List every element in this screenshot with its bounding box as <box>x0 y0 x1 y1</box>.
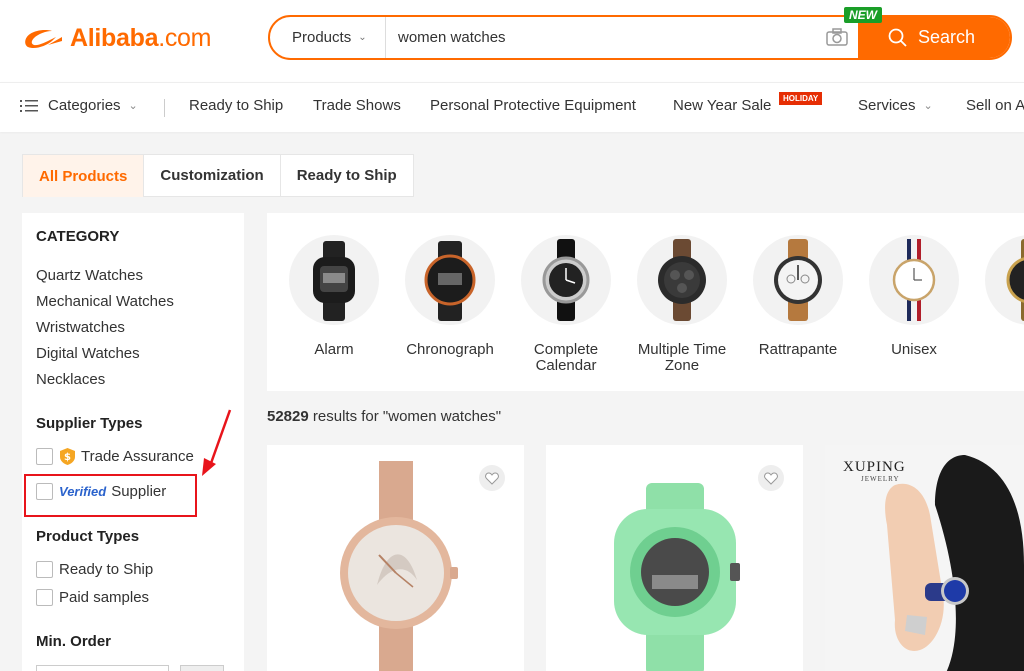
chevron-down-icon: ⌄ <box>358 32 367 43</box>
logo-text: Alibaba.com <box>70 24 212 52</box>
nav-ready-to-ship[interactable]: Ready to Ship <box>189 97 283 114</box>
search-category-dropdown[interactable]: Products ⌄ <box>270 17 386 58</box>
categories-label: Categories <box>48 97 121 114</box>
category-link[interactable]: Digital Watches <box>36 345 140 362</box>
search-input[interactable] <box>386 17 856 58</box>
search-button-label: Search <box>918 27 976 47</box>
category-label: Unisex <box>891 341 937 358</box>
product-types-title: Product Types <box>36 528 140 545</box>
categories-menu[interactable]: Categories ⌄ <box>20 97 138 114</box>
blue-ladies-watch-on-wrist-icon <box>825 445 1024 671</box>
mint-green-sport-watch-icon <box>614 483 740 671</box>
category-tile-chronograph[interactable]: Chronograph <box>392 235 508 358</box>
camera-icon[interactable] <box>826 28 848 46</box>
category-label: Rattrapante <box>758 341 838 358</box>
services-label: Services <box>858 97 916 114</box>
tab-all-products[interactable]: All Products <box>22 154 145 197</box>
xuping-brand-text: XUPING <box>843 459 906 475</box>
new-badge: NEW <box>844 7 882 23</box>
min-order-title: Min. Order <box>36 633 112 650</box>
annotation-highlight-box <box>24 474 197 517</box>
category-tile-complete-calendar[interactable]: Complete Calendar <box>508 235 624 374</box>
nav-services[interactable]: Services ⌄ <box>858 97 933 114</box>
alibaba-smile-icon <box>25 29 62 48</box>
category-tile-rattrapante[interactable]: Rattrapante <box>740 235 856 358</box>
category-link[interactable]: Mechanical Watches <box>36 293 174 310</box>
brown-strap-watch-icon <box>637 235 727 325</box>
results-summary: 52829 results for "women watches" <box>267 408 501 425</box>
category-tile-alarm[interactable]: Alarm <box>276 235 392 358</box>
product-card[interactable] <box>267 445 524 671</box>
category-tile-more[interactable]: M <box>972 235 1024 358</box>
category-link[interactable]: Necklaces <box>36 371 105 388</box>
rose-gold-mesh-watch-icon <box>340 461 458 671</box>
leather-analog-watch-icon <box>521 235 611 325</box>
nav-divider <box>164 99 165 117</box>
alibaba-logo[interactable]: Alibaba.com <box>22 24 211 53</box>
product-card[interactable] <box>546 445 803 671</box>
search-category-label: Products <box>292 29 352 46</box>
search-button[interactable]: Search <box>858 17 1010 58</box>
paid-samples-checkbox[interactable] <box>36 589 53 606</box>
paid-samples-filter[interactable]: Paid samples <box>36 589 149 606</box>
product-card[interactable]: XUPING JEWELRY <box>825 445 1024 671</box>
orange-digital-watch-icon <box>405 235 495 325</box>
nav-new-year-sale[interactable]: New Year Sale <box>673 97 771 114</box>
category-strip: Alarm Chronograph Complete Calendar Mult… <box>267 213 1024 391</box>
chevron-down-icon: ⌄ <box>923 100 933 112</box>
supplier-types-title: Supplier Types <box>36 415 143 432</box>
category-label: Chronograph <box>406 341 494 358</box>
category-label: M <box>972 342 1024 358</box>
trade-assurance-shield-icon: $ <box>60 448 75 465</box>
category-link[interactable]: Wristwatches <box>36 319 125 336</box>
holiday-badge: HOLIDAY <box>779 92 823 105</box>
category-title: CATEGORY <box>36 228 120 245</box>
category-label: Alarm <box>314 341 354 358</box>
search-bar: Products ⌄ Search <box>268 15 1012 60</box>
chevron-down-icon: ⌄ <box>128 100 138 112</box>
ready-to-ship-checkbox[interactable] <box>36 561 53 578</box>
tab-customization[interactable]: Customization <box>143 154 281 197</box>
top-nav: Categories ⌄ Ready to Ship Trade Shows P… <box>0 82 1024 132</box>
striped-nato-watch-icon <box>869 235 959 325</box>
ready-to-ship-filter[interactable]: Ready to Ship <box>36 561 153 578</box>
nav-ppe[interactable]: Personal Protective Equipment <box>430 97 636 114</box>
search-icon <box>888 28 907 47</box>
nav-trade-shows[interactable]: Trade Shows <box>313 97 401 114</box>
min-order-input[interactable] <box>36 665 169 671</box>
tan-strap-chronograph-icon <box>753 235 843 325</box>
trade-assurance-label: Trade Assurance <box>81 448 194 465</box>
category-label: Complete Calendar <box>533 341 599 374</box>
category-tile-multiple-time-zone[interactable]: Multiple Time Zone <box>624 235 740 374</box>
results-text: results for "women watches" <box>308 408 502 425</box>
paid-samples-label: Paid samples <box>59 589 150 606</box>
product-tabs: All Products Customization Ready to Ship <box>22 154 414 197</box>
category-label: Multiple Time Zone <box>637 341 727 374</box>
category-link[interactable]: Quartz Watches <box>36 267 143 284</box>
trade-assurance-filter[interactable]: $ Trade Assurance <box>36 447 194 466</box>
category-tile-unisex[interactable]: Unisex <box>856 235 972 358</box>
results-count: 52829 <box>267 408 309 425</box>
ready-to-ship-label: Ready to Ship <box>59 561 154 578</box>
xuping-brand-sub: JEWELRY <box>861 475 900 483</box>
annotation-arrow-icon <box>202 409 232 476</box>
svg-text:$: $ <box>64 452 71 463</box>
min-order-ok-button[interactable] <box>180 665 224 671</box>
gold-watch-icon <box>985 235 1024 325</box>
tab-ready-to-ship[interactable]: Ready to Ship <box>279 154 414 197</box>
trade-assurance-checkbox[interactable] <box>36 448 53 465</box>
nav-sell-on-alibaba[interactable]: Sell on Alibaba <box>966 97 1024 114</box>
black-digital-watch-icon <box>289 235 379 325</box>
header: Alibaba.com Products ⌄ Search NEW <box>0 0 1024 82</box>
menu-list-icon <box>20 99 38 112</box>
